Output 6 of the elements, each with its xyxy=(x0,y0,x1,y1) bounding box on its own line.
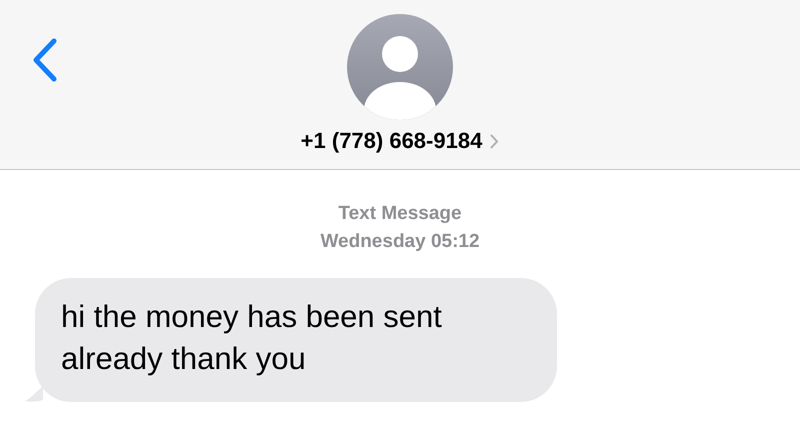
service-label: Text Message xyxy=(338,202,462,226)
avatar-icon xyxy=(347,14,453,120)
chevron-icon xyxy=(490,134,500,148)
back-chevron-icon xyxy=(32,38,58,82)
contact-name[interactable]: +1 (778) 668-9184 xyxy=(300,128,500,154)
message-time: Wednesday 05:12 xyxy=(320,230,480,254)
